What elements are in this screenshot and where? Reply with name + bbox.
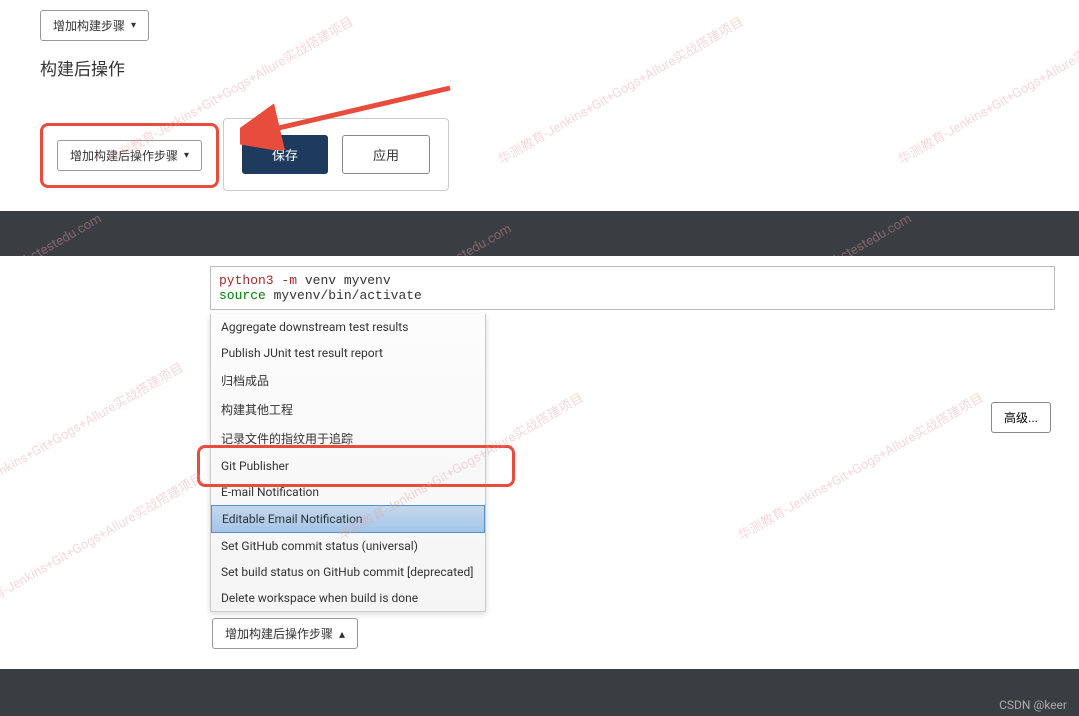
menu-item-archive[interactable]: 归档成品	[211, 366, 485, 395]
menu-item-delete-workspace[interactable]: Delete workspace when build is done	[211, 585, 485, 611]
add-post-build-step-label: 增加构建后操作步骤	[225, 625, 333, 642]
menu-item-email-notification[interactable]: E-mail Notification	[211, 479, 485, 505]
menu-item-editable-email[interactable]: Editable Email Notification	[211, 505, 485, 533]
menu-item-fingerprint[interactable]: 记录文件的指纹用于追踪	[211, 424, 485, 453]
caret-down-icon: ▾	[184, 150, 189, 161]
caret-up-icon: ▴	[339, 627, 345, 641]
code-token: python3	[219, 273, 274, 288]
menu-item-github-deprecated[interactable]: Set build status on GitHub commit [depre…	[211, 559, 485, 585]
add-build-step-label: 增加构建步骤	[53, 17, 125, 34]
watermark: 华测教育-Jenkins+Git+Gogs+Allure实战搭建项目	[734, 387, 986, 544]
highlight-box-top: 增加构建后操作步骤 ▾	[40, 123, 219, 188]
post-build-section-title: 构建后操作	[40, 55, 1039, 80]
post-build-actions-menu: Aggregate downstream test results Publis…	[210, 314, 486, 612]
menu-item-build-other[interactable]: 构建其他工程	[211, 395, 485, 424]
bottom-panel: python3 -m venv myvenv source myvenv/bin…	[0, 256, 1079, 669]
watermark: 华测教育-Jenkins+Git+Gogs+Allure实战搭建项目	[494, 11, 746, 168]
advanced-button[interactable]: 高级...	[991, 402, 1051, 433]
code-token: source	[219, 288, 266, 303]
action-buttons-row: 保存 应用	[223, 118, 449, 191]
apply-button[interactable]: 应用	[342, 135, 430, 174]
watermark: 华测教育-Jenkins+Git+Gogs+Allure实战搭建项目	[0, 467, 206, 624]
menu-item-git-publisher[interactable]: Git Publisher	[211, 453, 485, 479]
caret-down-icon: ▾	[131, 20, 136, 31]
top-panel: 增加构建步骤 ▾ 构建后操作 增加构建后操作步骤 ▾ 保存 应用 华测教育-Je…	[0, 0, 1079, 211]
menu-item-github-status[interactable]: Set GitHub commit status (universal)	[211, 533, 485, 559]
add-post-build-step-dropdown[interactable]: 增加构建后操作步骤 ▾	[57, 140, 202, 171]
code-token: myvenv/bin/activate	[274, 288, 422, 303]
watermark: 华测教育-Jenkins+Git+Gogs+Allure实战搭建项目	[0, 357, 186, 514]
menu-item-aggregate[interactable]: Aggregate downstream test results	[211, 314, 485, 340]
code-token: -m	[281, 273, 297, 288]
add-post-build-step-label: 增加构建后操作步骤	[70, 147, 178, 164]
watermark: 华测教育-Jenkins+Git+Gogs+Allure实战搭建项目	[894, 11, 1079, 168]
section-divider	[0, 211, 1079, 256]
add-post-build-step-dropdown-open[interactable]: 增加构建后操作步骤 ▴	[212, 618, 358, 649]
menu-item-junit[interactable]: Publish JUnit test result report	[211, 340, 485, 366]
csdn-watermark: CSDN @keer	[999, 698, 1067, 712]
save-button[interactable]: 保存	[242, 135, 328, 174]
code-token: venv myvenv	[305, 273, 391, 288]
add-build-step-dropdown[interactable]: 增加构建步骤 ▾	[40, 10, 149, 41]
shell-command-textarea[interactable]: python3 -m venv myvenv source myvenv/bin…	[210, 266, 1055, 310]
